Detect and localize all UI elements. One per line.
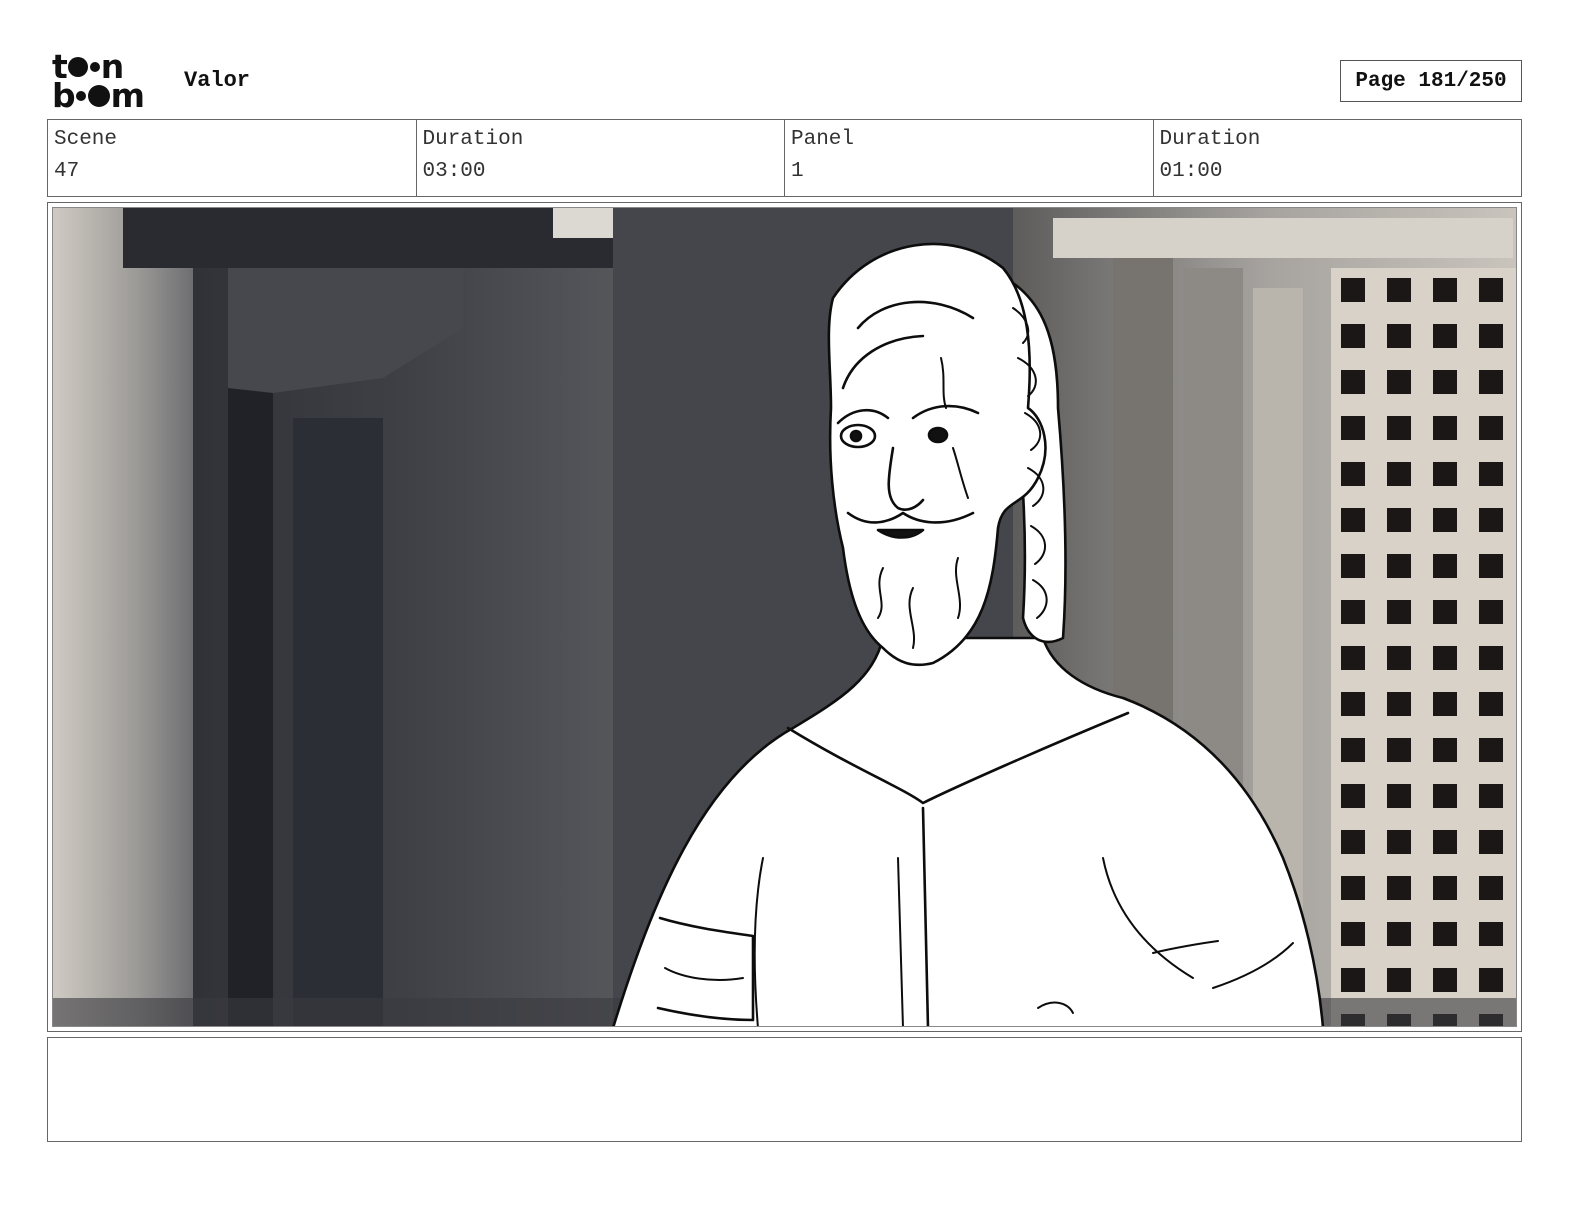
scene-duration-cell: Duration 03:00	[415, 120, 785, 196]
door-pillar	[228, 388, 273, 1026]
storyboard-panel-image	[52, 207, 1517, 1027]
ceiling-light	[553, 208, 613, 238]
logo-dot	[87, 84, 110, 107]
panel-duration-value: 01:00	[1159, 160, 1223, 183]
scene-value: 47	[54, 160, 80, 183]
panel-notes-box	[47, 1037, 1522, 1142]
right-ceiling	[1053, 218, 1513, 258]
left-wall	[53, 208, 193, 1026]
panel-value: 1	[791, 160, 804, 183]
logo-dot	[75, 90, 86, 101]
page-indicator: Page 181/250	[1340, 60, 1522, 102]
panel-duration-cell: Duration 01:00	[1152, 120, 1522, 196]
logo-letter-b: b	[52, 76, 76, 115]
panel-duration-label: Duration	[1159, 128, 1261, 151]
panel-label: Panel	[791, 128, 855, 151]
logo-letter-m: m	[110, 76, 145, 115]
project-title: Valor	[184, 68, 251, 93]
logo-dot	[89, 61, 100, 72]
scene-duration-value: 03:00	[422, 160, 486, 183]
scene-duration-label: Duration	[422, 128, 524, 151]
door-opening	[293, 418, 383, 1026]
panel-sketch-illustration	[53, 208, 1516, 1026]
ceiling-beam	[123, 208, 623, 268]
storyboard-panel-frame	[47, 202, 1522, 1032]
metal-grate	[1331, 268, 1516, 1026]
logo-dot	[67, 56, 88, 77]
scene-label: Scene	[54, 128, 118, 151]
scene-cell: Scene 47	[48, 120, 416, 196]
panel-cell: Panel 1	[784, 120, 1153, 196]
page-label: Page 181/250	[1355, 69, 1507, 93]
scene-info-table: Scene 47 Duration 03:00 Panel 1 Duration…	[47, 119, 1522, 197]
toon-boom-logo: t n b m	[52, 50, 164, 115]
